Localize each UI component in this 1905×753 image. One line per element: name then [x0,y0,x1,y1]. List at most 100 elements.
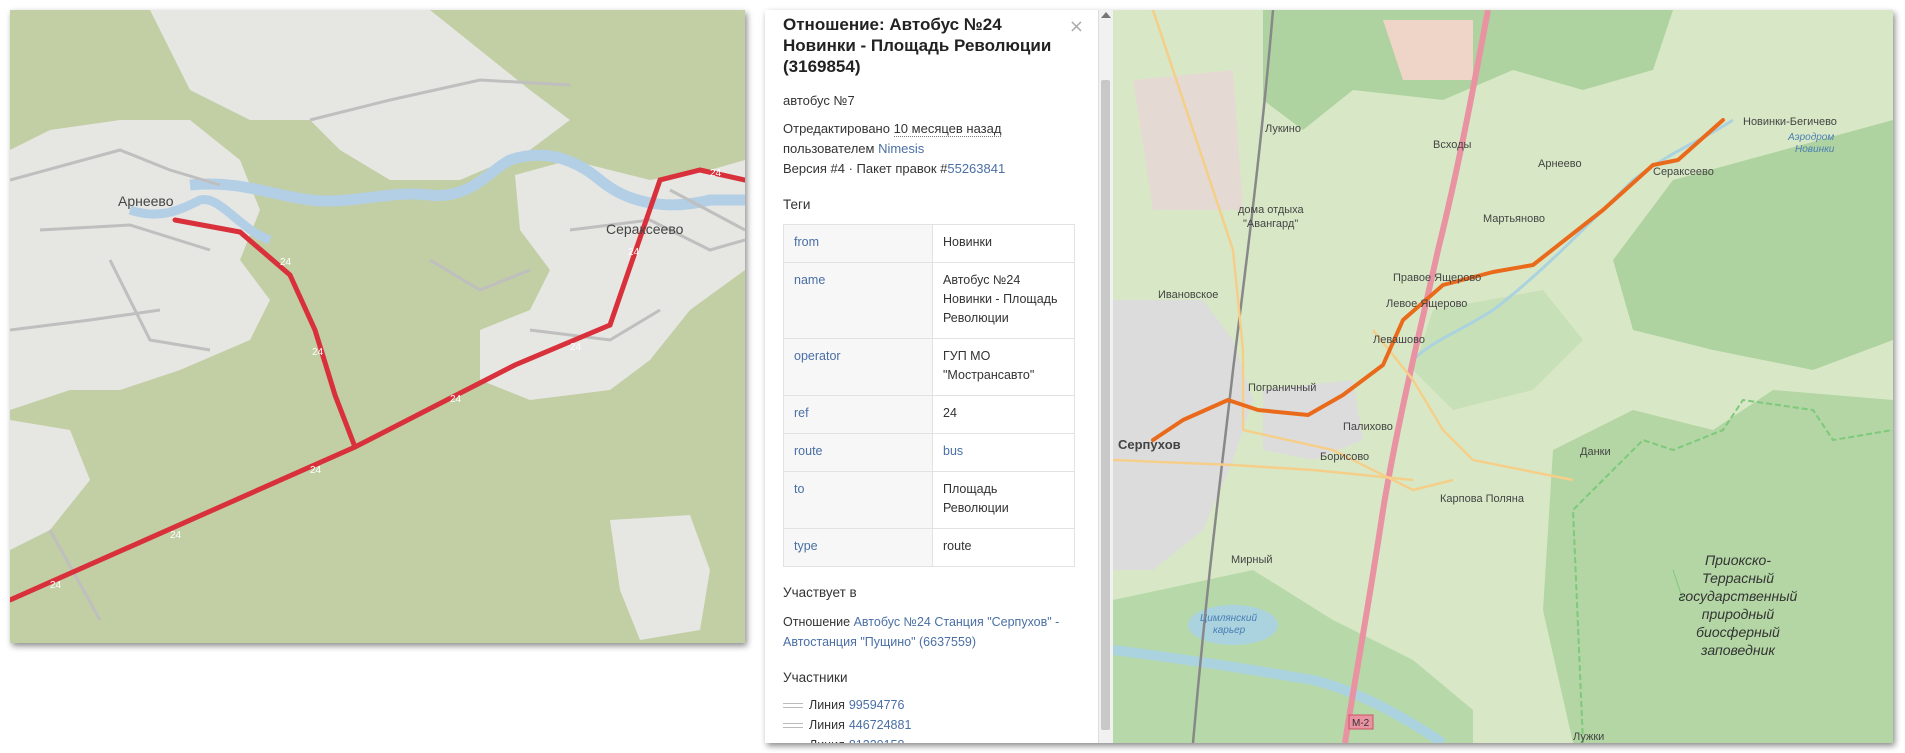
place-label-pogranichny: Пограничный [1248,382,1316,394]
panel-scrollbar[interactable] [1098,10,1114,743]
member-way-link[interactable]: 446724881 [849,715,912,735]
lake-label-line1: Цимлянский [1200,613,1257,624]
user-link[interactable]: Nimesis [878,141,924,156]
place-label-avangard-line2: "Авангард" [1243,218,1298,230]
member-way-link[interactable]: 81220158 [849,735,905,743]
reserve-label-line2: Террасный [1702,570,1774,586]
lake-label-line2: карьер [1213,625,1246,636]
route-ref-label: 24 [170,530,182,541]
place-label-seraxeevo: Сераксеево [1653,166,1714,178]
route-map-zoomed-canvas[interactable]: 24 24 24 24 24 24 24 24 24 Арнеево Серак… [10,10,745,643]
edited-prefix: Отредактировано [783,121,894,136]
route-ref-label: 24 [710,168,722,179]
place-label-aerodrom-line1: Аэродром [1787,132,1834,143]
tag-row: type route [783,528,1075,567]
reserve-label-line3: государственный [1679,588,1798,604]
overview-map-canvas[interactable]: М-2 Лукино дома отдыха "Авангард" Иванов… [1113,10,1893,743]
scroll-thumb[interactable] [1101,80,1110,730]
way-line-icon [783,742,803,743]
member-way-link[interactable]: 99594776 [849,695,905,715]
m2-label: М-2 [1352,718,1370,729]
relation-title: Отношение: Автобус №24 Новинки - Площадь… [783,15,1052,76]
tags-table: from Новинки name Автобус №24 Новинки - Пло… [783,224,1075,567]
place-label-levoe-yashcherovo: Левое Ящерово [1386,298,1467,310]
tag-value: Новинки [932,224,1075,263]
tag-key[interactable]: ref [783,395,933,434]
place-label-karpova-polyana: Карпова Поляна [1440,493,1525,505]
tag-row: to Площадь Революции [783,471,1075,529]
place-label-pravoe-yashcherovo: Правое Ящерово [1393,272,1481,284]
place-label-novinki-begichevo: Новинки-Бегичево [1743,116,1837,128]
parent-relation: Отношение Автобус №24 Станция "Серпухов"… [783,612,1080,652]
tags-heading: Теги [783,197,811,212]
relation-info-panel: × Отношение: Автобус №24 Новинки - Площа… [765,10,1098,743]
route-ref-label: 24 [628,247,640,258]
tag-key[interactable]: type [783,528,933,567]
by-prefix: пользователем [783,141,879,156]
member-type-label: Линия [809,698,845,712]
place-label-serpukhov: Серпухов [1118,437,1181,452]
relation-note: автобус №7 [783,93,855,108]
tag-value: Площадь Революции [932,471,1075,529]
members-list: Линия 99594776 Линия 446724881 Линия 81220158… [783,695,1080,743]
place-label-arneevo: Арнеево [1538,158,1582,170]
place-label-levashovo: Левашово [1373,334,1425,346]
scroll-up-arrow[interactable] [1101,12,1111,18]
tag-key[interactable]: route [783,433,933,472]
place-label-martyanovo: Мартьяново [1483,213,1545,225]
reserve-label-line4: природный [1702,606,1775,622]
place-label-luzhki: Лужки [1573,731,1604,743]
route-ref-label: 24 [570,342,582,353]
participates-heading: Участвует в [783,585,857,600]
reserve-label-line1: Приокско- [1705,552,1771,568]
parent-relation-prefix: Отношение [783,615,854,629]
member-item: Линия 99594776 [783,695,1080,715]
members-heading: Участники [783,670,848,685]
tag-value: route [932,528,1075,567]
member-item: Линия 81220158 [783,735,1080,743]
way-line-icon [783,722,803,728]
tag-row: route bus [783,433,1075,472]
place-label-lukino: Лукино [1265,123,1301,135]
member-type-label: Линия [809,718,845,732]
tag-value: ГУП МО "Мострансавто" [932,338,1075,396]
place-label-arneevo: Арнеево [118,193,174,209]
place-label-vskhody: Всходы [1433,139,1472,151]
tag-key[interactable]: name [783,262,933,339]
tag-value: Автобус №24 Новинки - Площадь Революции [932,262,1075,339]
relation-view-window: × Отношение: Автобус №24 Новинки - Площа… [765,10,1893,743]
route-ref-label: 24 [310,465,322,476]
place-label-mirny: Мирный [1231,554,1273,566]
edited-time: 10 месяцев назад [893,121,1002,137]
tag-row: name Автобус №24 Новинки - Площадь Револю… [783,262,1075,339]
tag-row: operator ГУП МО "Мострансавто" [783,338,1075,396]
tag-key[interactable]: operator [783,338,933,396]
tag-row: ref 24 [783,395,1075,434]
route-ref-label: 24 [450,394,462,405]
way-line-icon [783,702,803,708]
tag-value[interactable]: bus [932,433,1075,472]
close-icon[interactable]: × [1069,16,1084,37]
route-map-zoomed[interactable]: 24 24 24 24 24 24 24 24 24 Арнеево Серак… [10,10,745,643]
place-label-aerodrom-line2: Новинки [1795,144,1835,155]
member-type-label: Линия [809,735,845,743]
place-label-avangard-line1: дома отдыха [1238,204,1305,216]
place-label-palikhovo: Палихово [1343,421,1393,433]
route-ref-label: 24 [50,580,62,591]
tag-value: 24 [932,395,1075,434]
tag-key[interactable]: from [783,224,933,263]
place-label-borisovo: Борисово [1320,451,1369,463]
changeset-link[interactable]: 55263841 [947,161,1005,176]
place-label-danki: Данки [1580,446,1611,458]
tag-key[interactable]: to [783,471,933,529]
reserve-label-line5: биосферный [1696,624,1780,640]
route-ref-label: 24 [280,257,292,268]
place-label-seraxeevo: Сераксеево [606,221,684,237]
place-label-ivanovskoe: Ивановское [1158,289,1218,301]
version-text: Версия #4 · Пакет правок # [783,161,948,176]
edit-info: Отредактировано 10 месяцев назад пользов… [783,119,1080,179]
route-ref-label: 24 [312,347,324,358]
reserve-label-line6: заповедник [1700,642,1776,658]
overview-map[interactable]: М-2 Лукино дома отдыха "Авангард" Иванов… [1113,10,1893,743]
member-item: Линия 446724881 [783,715,1080,735]
